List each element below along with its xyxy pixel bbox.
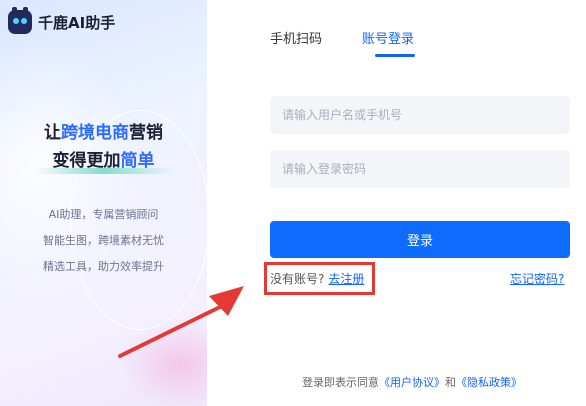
logo-ear-right [23,7,28,13]
brand-logo: 千鹿AI助手 [8,7,116,34]
no-account-label: 没有账号? [270,272,325,286]
username-input[interactable] [270,96,570,134]
user-agreement-link[interactable]: 《用户协议》 [379,376,445,389]
tab-qr-scan[interactable]: 手机扫码 [270,28,322,47]
headline1-post: 营销 [129,123,163,143]
brand-name: 千鹿AI助手 [38,13,116,32]
login-button[interactable]: 登录 [270,221,570,258]
forgot-password-link[interactable]: 忘记密码? [510,270,564,287]
logo-ear-left [12,7,17,13]
agreement-prefix: 登录即表示同意 [302,376,379,389]
password-input[interactable] [270,150,570,188]
feature-text: AI助理，专属营销顾问 [48,208,159,221]
glow-decoration-pink [120,320,207,406]
register-prompt: 没有账号? 去注册 [270,270,364,287]
login-tabs: 手机扫码 账号登录 [270,28,414,47]
feature-text: 智能生图，跨境素材无忧 [43,234,164,247]
headline-underline [34,168,174,174]
active-tab-indicator [375,54,415,57]
privacy-policy-link[interactable]: 《隐私政策》 [456,376,522,389]
register-link[interactable]: 去注册 [328,272,364,286]
agreement-and: 和 [445,376,456,389]
agreement-text: 登录即表示同意《用户协议》和《隐私政策》 [302,374,522,390]
headline1-highlight: 跨境电商 [61,123,129,143]
headline1-pre: 让 [44,123,61,143]
promo-headline-line1: 让跨境电商营销 [0,118,207,143]
robot-logo-icon [8,7,32,34]
tab-account-login[interactable]: 账号登录 [362,28,414,47]
arrow-head [209,286,244,316]
promo-panel: 千鹿AI助手 让跨境电商营销 变得更加简单 AI助理，专属营销顾问 智能生图，跨… [0,0,207,406]
feature-text: 精选工具，助力效率提升 [43,260,164,273]
